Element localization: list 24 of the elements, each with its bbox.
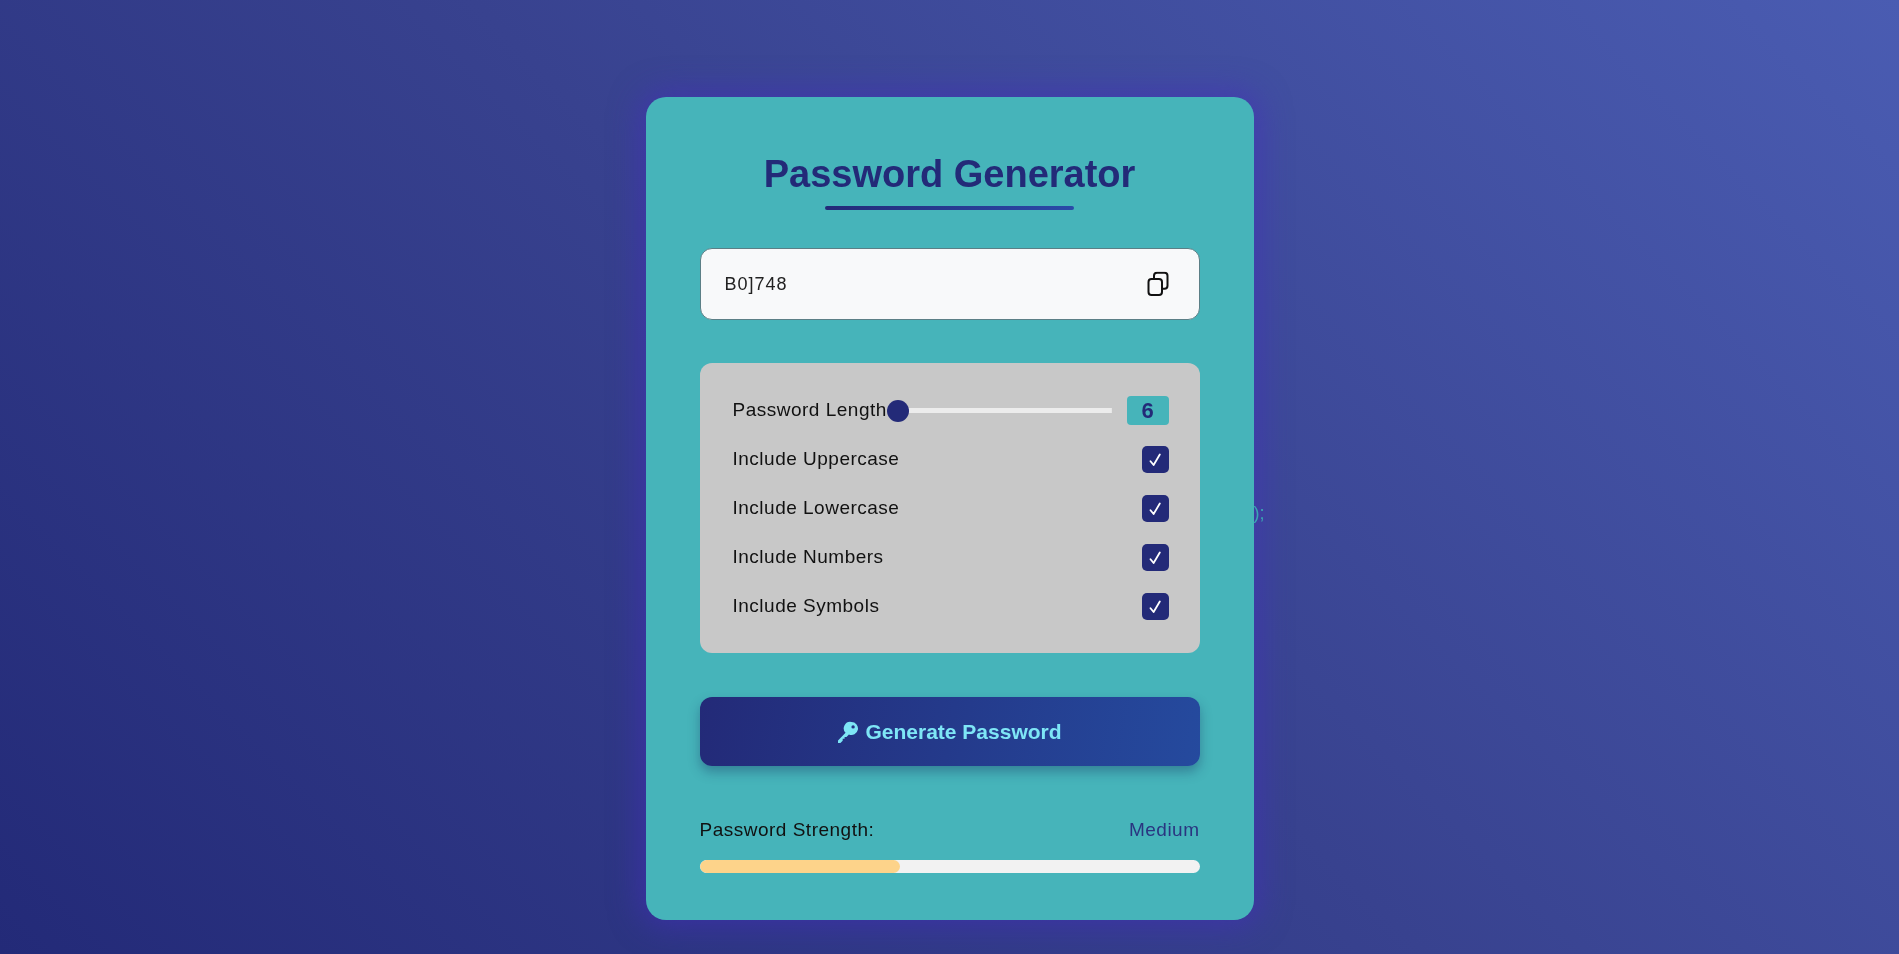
code-fragment-text: ); xyxy=(1253,502,1265,525)
checkbox[interactable] xyxy=(1141,495,1169,522)
check-icon xyxy=(1149,550,1161,565)
length-value: 6 xyxy=(1126,396,1169,425)
checkbox[interactable] xyxy=(1141,544,1169,571)
copy-button[interactable] xyxy=(1146,271,1169,297)
password-field[interactable]: B0]748 xyxy=(699,248,1200,320)
check-icon xyxy=(1149,599,1161,614)
option-label: Include Symbols xyxy=(732,594,880,619)
generate-button[interactable]: Generate Password xyxy=(699,697,1200,766)
option-label: Include Numbers xyxy=(732,545,884,570)
option-label: Include Uppercase xyxy=(732,447,900,472)
page-title: Password Generator xyxy=(763,152,1136,196)
strength-label: Password Strength: xyxy=(699,818,875,842)
checkbox[interactable] xyxy=(1141,593,1169,620)
checkbox[interactable] xyxy=(1141,446,1169,473)
check-icon xyxy=(1149,501,1161,516)
option-label: Include Lowercase xyxy=(732,496,900,521)
check-icon xyxy=(1149,452,1161,467)
strength-value: Medium xyxy=(1128,818,1200,842)
length-label: Password Length xyxy=(732,398,887,423)
key-icon xyxy=(837,720,860,743)
slider-thumb[interactable] xyxy=(886,399,909,422)
copy-icon xyxy=(1146,271,1169,297)
